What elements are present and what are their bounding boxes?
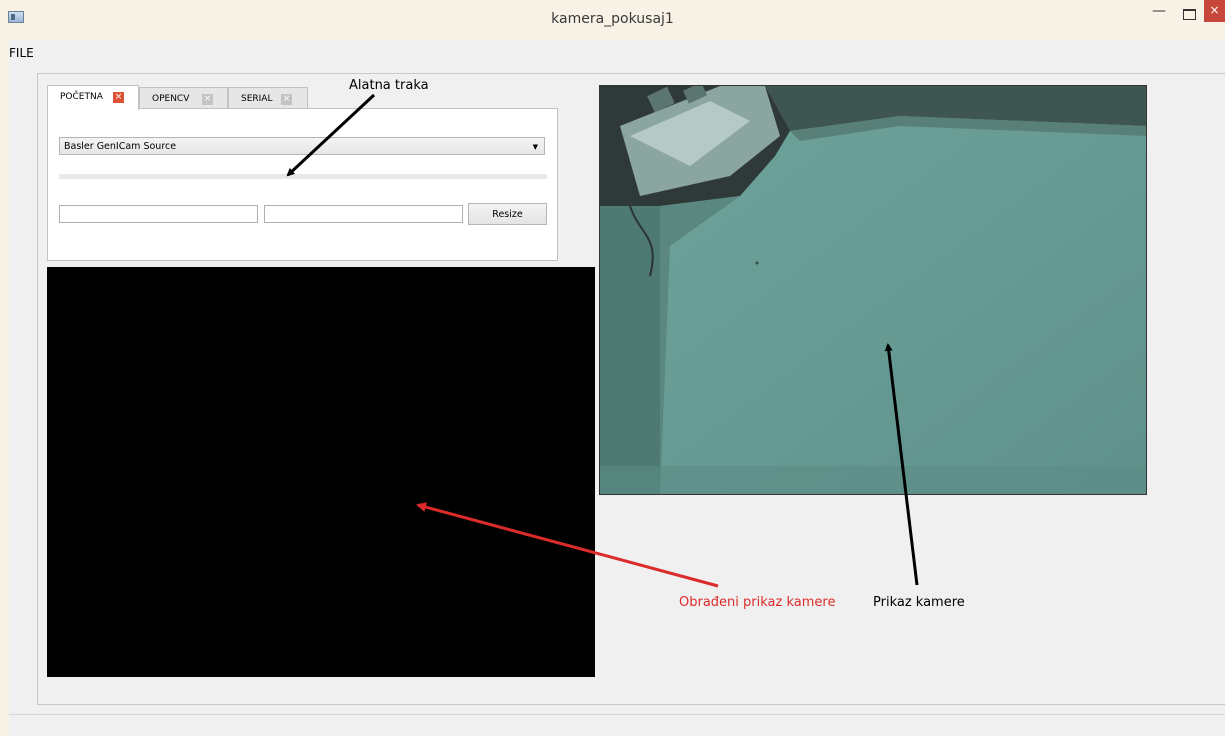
tab-close-icon[interactable]: × [113,92,124,103]
annotation-toolbar: Alatna traka [349,78,429,93]
width-input[interactable] [59,205,258,223]
camera-image [600,86,1146,494]
status-bar-divider [9,714,1225,715]
tab-label: SERIAL [241,94,273,104]
maximize-icon [1183,9,1196,20]
annotation-processed: Obrađeni prikaz kamere [679,595,836,610]
camera-view [599,85,1147,495]
tab-label: POČETNA [60,92,103,102]
source-select-value: Basler GenICam Source [64,141,177,152]
title-bar: kamera_pokusaj1 — × [0,0,1225,41]
tab-panel-pocetna: Basler GenICam Source ▼ Resize [47,108,558,261]
window-border [0,40,9,736]
menu-bar: FILE [9,40,1225,62]
close-button[interactable]: × [1204,0,1225,22]
tab-close-icon[interactable]: × [281,94,292,105]
annotation-camera: Prikaz kamere [873,595,965,610]
window-title: kamera_pokusaj1 [551,11,674,27]
minimize-button[interactable]: — [1146,4,1172,24]
maximize-button[interactable] [1176,4,1202,24]
resize-button[interactable]: Resize [468,203,547,225]
chevron-down-icon: ▼ [532,143,538,151]
menu-file[interactable]: FILE [9,46,34,60]
height-input[interactable] [264,205,463,223]
processed-camera-view [47,267,595,677]
tab-close-icon[interactable]: × [202,94,213,105]
progress-bar [59,174,547,179]
tab-pocetna[interactable]: POČETNA × [47,85,139,110]
tab-label: OPENCV [152,94,190,104]
source-select[interactable]: Basler GenICam Source ▼ [59,137,545,155]
